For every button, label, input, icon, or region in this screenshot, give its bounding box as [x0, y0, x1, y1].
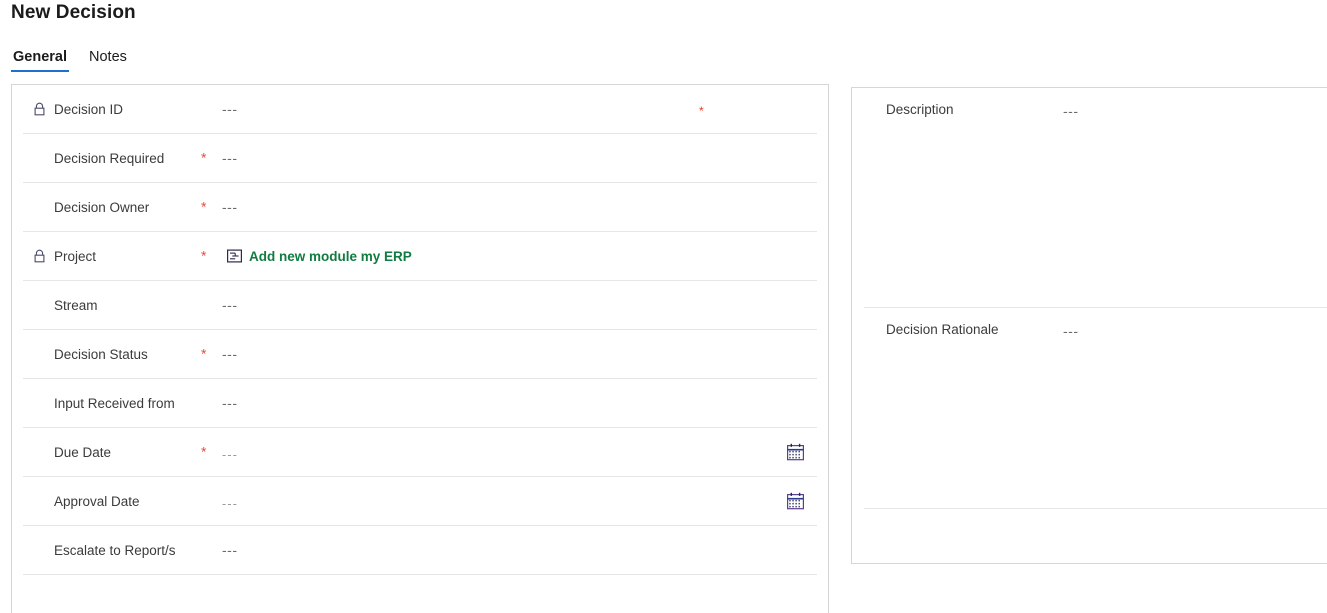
page-title: New Decision: [11, 2, 136, 24]
lock-icon: [32, 102, 46, 116]
required-marker-due-date: *: [201, 444, 206, 458]
form-row-due-date[interactable]: Due Date * ---: [23, 428, 817, 477]
form-row-approval-date[interactable]: Approval Date ---: [23, 477, 817, 526]
field-value-decision-owner[interactable]: ---: [222, 199, 238, 215]
form-row-decision-status[interactable]: Decision Status * ---: [23, 330, 817, 379]
form-row-stream[interactable]: Stream ---: [23, 281, 817, 330]
general-form-card: Decision ID---Decision Required*---Decis…: [11, 84, 829, 613]
field-value-input-received-from[interactable]: ---: [222, 395, 238, 411]
form-row-escalate-to-report-s[interactable]: Escalate to Report/s ---: [23, 526, 817, 575]
calendar-icon[interactable]: [786, 443, 805, 462]
details-side-card: Description --- Decision Rationale ---: [851, 87, 1327, 564]
tab-general[interactable]: General: [11, 49, 69, 72]
form-row-input-received-from[interactable]: Input Received from ---: [23, 379, 817, 428]
required-marker-project: *: [201, 248, 206, 262]
form-rows-container: Decision ID---Decision Required*---Decis…: [12, 85, 828, 575]
form-row-decision-owner[interactable]: Decision Owner * ---: [23, 183, 817, 232]
field-label-decision-owner: Decision Owner: [54, 200, 149, 215]
decision-rationale-block[interactable]: Decision Rationale ---: [864, 308, 1327, 509]
project-record-icon: [227, 250, 242, 263]
decision-rationale-value[interactable]: ---: [1063, 323, 1079, 339]
new-decision-form-page: New Decision General Notes Decision ID --…: [0, 0, 1327, 613]
tabstrip: General Notes: [11, 44, 129, 72]
field-label-decision-required: Decision Required: [54, 151, 164, 166]
lock-icon: [32, 249, 46, 263]
description-value[interactable]: ---: [1063, 103, 1079, 119]
field-label-decision-id: Decision ID: [54, 102, 123, 117]
field-value-due-date[interactable]: ---: [222, 448, 238, 462]
description-block[interactable]: Description ---: [864, 88, 1327, 308]
form-row-project[interactable]: Project * Add new module my ERP: [23, 232, 817, 281]
field-value-decision-status[interactable]: ---: [222, 346, 238, 362]
field-label-decision-status: Decision Status: [54, 347, 148, 362]
tab-notes[interactable]: Notes: [87, 49, 129, 72]
field-value-approval-date[interactable]: ---: [222, 497, 238, 511]
stray-required-marker: *: [699, 105, 704, 117]
field-value-decision-id[interactable]: ---: [222, 101, 238, 117]
field-label-input-received-from: Input Received from: [54, 396, 175, 411]
field-value-escalate-to-report-s[interactable]: ---: [222, 542, 238, 558]
description-label: Description: [886, 102, 954, 117]
field-label-escalate-to-report-s: Escalate to Report/s: [54, 543, 176, 558]
decision-rationale-label: Decision Rationale: [886, 322, 999, 337]
field-value-decision-required[interactable]: ---: [222, 150, 238, 166]
required-marker-decision-status: *: [201, 346, 206, 360]
required-marker-decision-required: *: [201, 150, 206, 164]
field-label-due-date: Due Date: [54, 445, 111, 460]
field-label-project: Project: [54, 249, 96, 264]
form-row-decision-id[interactable]: Decision ID ---: [23, 85, 817, 134]
field-value-project[interactable]: Add new module my ERP: [249, 249, 412, 264]
field-label-approval-date: Approval Date: [54, 494, 140, 509]
field-label-stream: Stream: [54, 298, 98, 313]
field-value-stream[interactable]: ---: [222, 297, 238, 313]
required-marker-decision-owner: *: [201, 199, 206, 213]
calendar-icon[interactable]: [786, 492, 805, 511]
form-row-decision-required[interactable]: Decision Required * ---: [23, 134, 817, 183]
